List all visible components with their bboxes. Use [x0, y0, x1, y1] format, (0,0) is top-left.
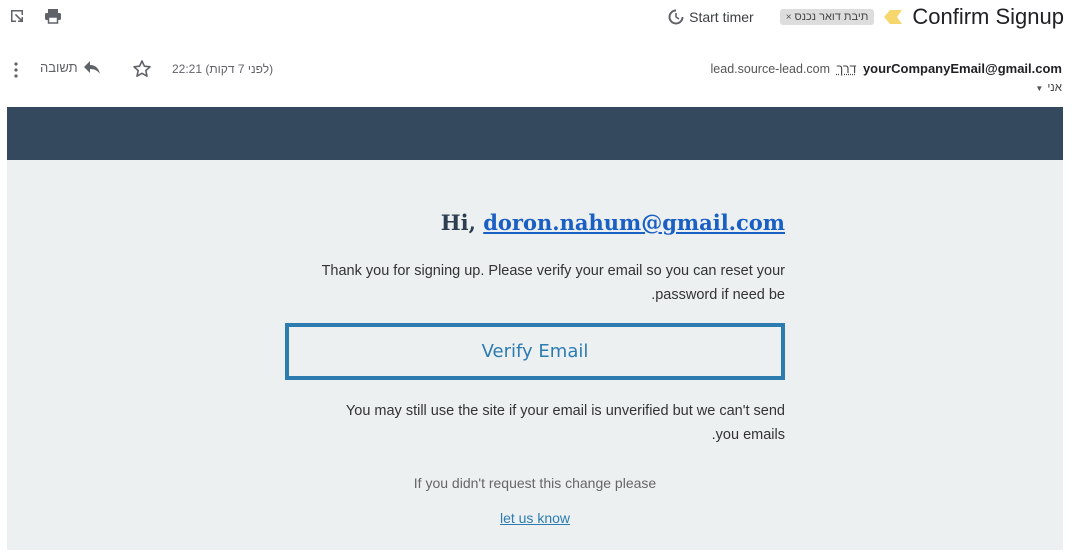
- note-line-2: .you emails: [711, 427, 785, 443]
- start-timer-label: Start timer: [689, 9, 754, 25]
- intro-paragraph: Thank you for signing up. Please verify …: [285, 259, 785, 307]
- verify-email-button[interactable]: Verify Email: [285, 323, 785, 380]
- greeting-email-link[interactable]: doron.nahum@gmail.com: [483, 210, 785, 235]
- sender-row: תשובה 22:21 (לפני 7 דקות) lead.source-le…: [0, 56, 1088, 100]
- greeting-prefix: Hi,: [440, 210, 476, 235]
- timer-icon: [668, 9, 684, 25]
- chevron-down-icon: ▼: [1035, 83, 1044, 93]
- importance-marker-icon[interactable]: [884, 10, 903, 24]
- remove-label-icon[interactable]: ×: [786, 12, 792, 23]
- let-us-know-link[interactable]: let us know: [500, 510, 570, 526]
- inbox-label-chip[interactable]: תיבת דואר נכנס ×: [779, 9, 875, 25]
- print-icon[interactable]: [43, 6, 63, 26]
- message-toolbar: Start timer תיבת דואר נכנס × Confirm Sig…: [0, 0, 1088, 36]
- via-label[interactable]: דרך: [837, 62, 857, 76]
- star-icon[interactable]: [132, 59, 152, 79]
- email-subject: Confirm Signup: [912, 4, 1064, 29]
- note-line-1: You may still use the site if your email…: [345, 403, 785, 419]
- reply-button[interactable]: תשובה: [40, 60, 102, 75]
- start-timer-button[interactable]: Start timer: [668, 9, 754, 25]
- received-time: 22:21 (לפני 7 דקות): [172, 62, 274, 76]
- recipient-dropdown[interactable]: ▼ אני: [1035, 82, 1062, 94]
- footer-link-wrap: let us know: [285, 510, 785, 526]
- note-paragraph: You may still use the site if your email…: [285, 399, 785, 447]
- subject-area: Start timer תיבת דואר נכנס × Confirm Sig…: [668, 2, 1064, 32]
- reply-label: תשובה: [40, 60, 78, 75]
- email-header-band: [7, 107, 1063, 160]
- email-body: Hi, doron.nahum@gmail.com Thank you for …: [7, 160, 1063, 550]
- recipient-label: אני: [1047, 82, 1062, 94]
- open-in-new-window-icon[interactable]: [7, 6, 27, 26]
- intro-line-1: Thank you for signing up. Please verify …: [321, 263, 785, 279]
- sender-email[interactable]: yourCompanyEmail@gmail.com: [863, 61, 1062, 76]
- intro-line-2: .password if need be: [651, 287, 785, 303]
- via-domain: lead.source-lead.com: [710, 62, 831, 76]
- greeting: Hi, doron.nahum@gmail.com: [441, 210, 785, 235]
- footer-note: If you didn't request this change please: [413, 475, 657, 491]
- inbox-label-text: תיבת דואר נכנס: [794, 11, 869, 23]
- reply-arrow-icon: [83, 60, 100, 74]
- sender-info: lead.source-lead.com דרך yourCompanyEmai…: [711, 61, 1062, 76]
- more-options-icon[interactable]: [8, 60, 24, 80]
